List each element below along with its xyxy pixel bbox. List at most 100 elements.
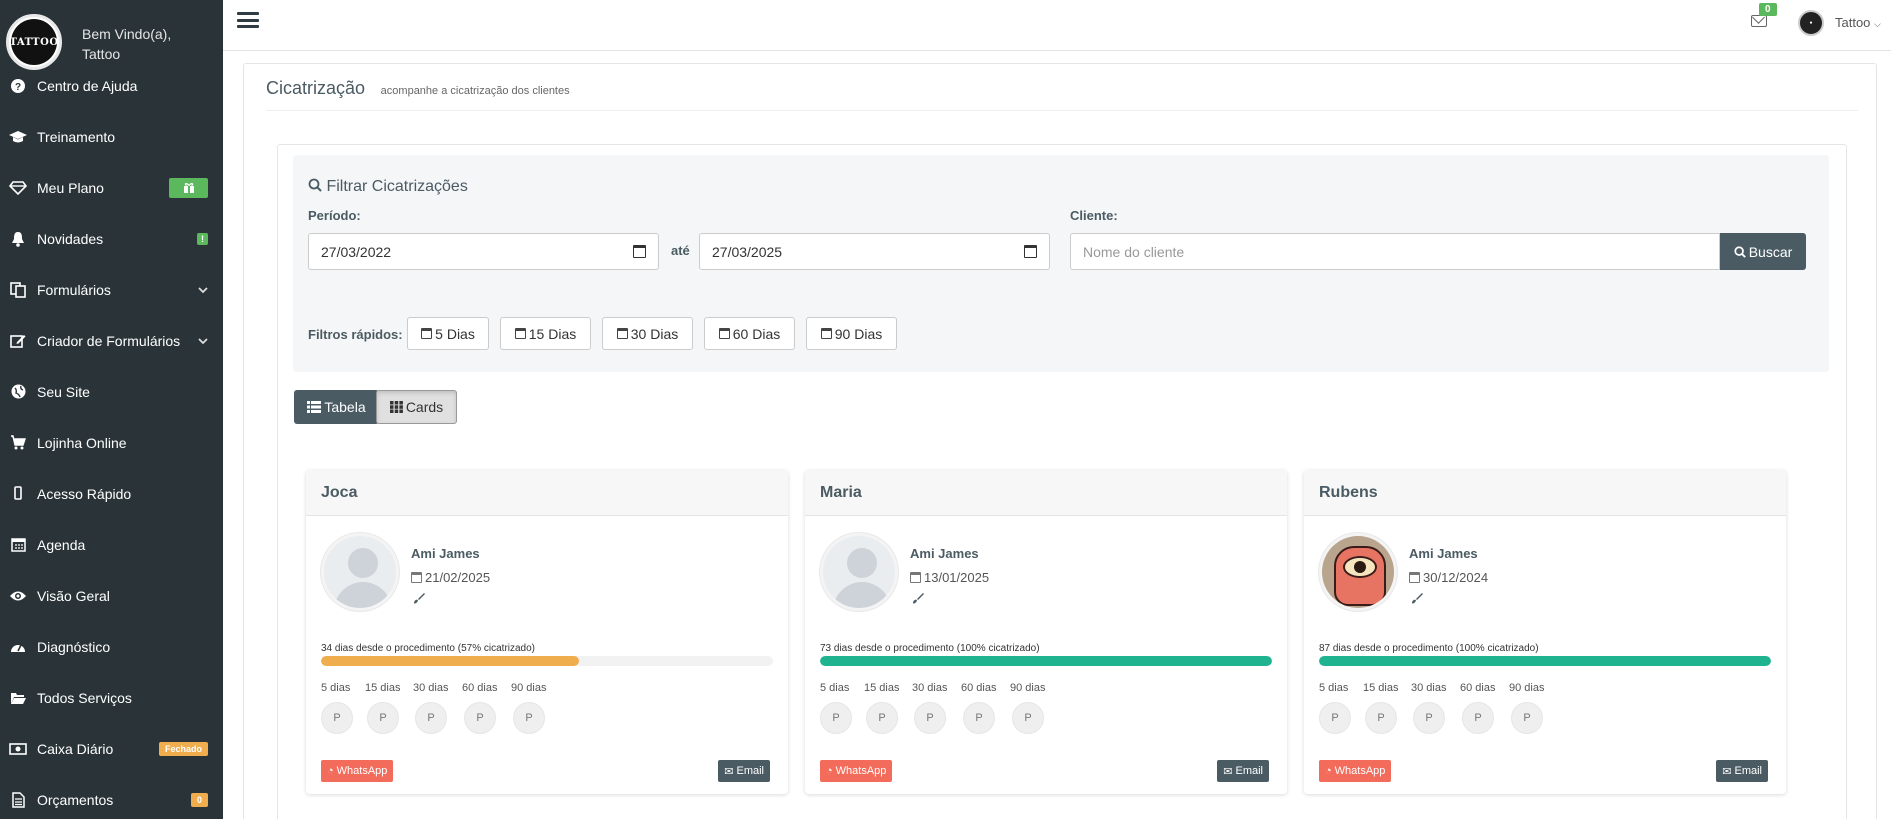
- client-search-input[interactable]: Nome do cliente: [1070, 233, 1720, 270]
- sidebar-item-visao-geral[interactable]: Visão Geral: [0, 570, 223, 621]
- procedure-date: 13/01/2025: [910, 570, 989, 585]
- healing-progress-fill: [1319, 656, 1771, 666]
- sidebar-item-treinamento[interactable]: Treinamento: [0, 111, 223, 162]
- quick-filter-60-dias[interactable]: 60 Dias: [704, 317, 795, 350]
- client-placeholder: Nome do cliente: [1083, 243, 1185, 260]
- stage-photo-placeholder[interactable]: P: [820, 702, 852, 734]
- healing-card: Maria Ami James 13/01/2025 73 dias desde…: [805, 470, 1287, 794]
- date-from-input[interactable]: 27/03/2022: [308, 233, 659, 270]
- whatsapp-button[interactable]: ◔ WhatsApp: [820, 760, 893, 782]
- email-button[interactable]: ✉ Email: [1716, 760, 1768, 782]
- whatsapp-icon: ◔: [826, 765, 833, 777]
- quick-filter-label: 90 Dias: [834, 325, 883, 342]
- stage-label: 15 dias: [365, 682, 401, 694]
- stage-photo-placeholder[interactable]: P: [464, 702, 496, 734]
- sidebar-item-label: Criador de Formulários: [37, 332, 181, 349]
- procedure-date-value: 30/12/2024: [1423, 570, 1489, 585]
- quick-filter-30-dias[interactable]: 30 Dias: [602, 317, 693, 350]
- stage-photo-placeholder[interactable]: P: [1365, 702, 1397, 734]
- artist-name: Ami James: [1409, 546, 1478, 561]
- sidebar-item-diagnostico[interactable]: Diagnóstico: [0, 621, 223, 672]
- sidebar-item-todos-servicos[interactable]: Todos Serviços: [0, 672, 223, 723]
- procedure-date: 30/12/2024: [1409, 570, 1488, 585]
- whatsapp-button[interactable]: ◔ WhatsApp: [321, 760, 394, 782]
- procedure-date: 21/02/2025: [411, 570, 490, 585]
- stage-label: 30 dias: [912, 682, 948, 694]
- sidebar-item-acesso-rapido[interactable]: Acesso Rápido: [0, 468, 223, 519]
- calendar-icon[interactable]: [1024, 245, 1037, 258]
- sidebar-item-formularios[interactable]: Formulários: [0, 264, 223, 315]
- stage-label: 30 dias: [413, 682, 449, 694]
- email-button[interactable]: ✉ Email: [1217, 760, 1269, 782]
- stage-photo-placeholder[interactable]: P: [1319, 702, 1351, 734]
- stage-photo-placeholder[interactable]: P: [866, 702, 898, 734]
- sidebar-item-label: Todos Serviços: [37, 689, 132, 706]
- card-client-name: Rubens: [1304, 470, 1786, 516]
- sidebar-item-centro-de-ajuda[interactable]: ? Centro de Ajuda: [0, 60, 223, 111]
- calendar-icon: [421, 328, 433, 339]
- stage-label: 5 dias: [321, 682, 351, 694]
- stage-photo-placeholder[interactable]: P: [321, 702, 353, 734]
- sidebar-item-lojinha-online[interactable]: Lojinha Online: [0, 417, 223, 468]
- sidebar-item-criador-de-formularios[interactable]: Criador de Formulários: [0, 315, 223, 366]
- whatsapp-icon: ◔: [327, 765, 334, 777]
- sidebar-item-meu-plano[interactable]: Meu Plano: [0, 162, 223, 213]
- artist-name: Ami James: [910, 546, 979, 561]
- sidebar-item-label: Acesso Rápido: [37, 485, 132, 502]
- procedure-date-value: 13/01/2025: [924, 570, 990, 585]
- date-from-value: 27/03/2022: [321, 243, 392, 260]
- date-to-input[interactable]: 27/03/2025: [699, 233, 1050, 270]
- page-header: Cicatrização acompanhe a cicatrização do…: [266, 78, 1858, 111]
- stage-photo-placeholder[interactable]: P: [513, 702, 545, 734]
- calendar-icon: [616, 328, 628, 339]
- edit-icon: [8, 331, 28, 351]
- sidebar-item-label: Centro de Ajuda: [37, 77, 138, 94]
- envelope-icon: ✉: [1722, 765, 1732, 778]
- stage-photo-placeholder[interactable]: P: [963, 702, 995, 734]
- folder-open-icon: [8, 688, 28, 708]
- view-table-button[interactable]: Tabela: [294, 390, 379, 424]
- envelope-icon: ✉: [1223, 765, 1233, 778]
- stage-photo-placeholder[interactable]: P: [1012, 702, 1044, 734]
- quick-filter-90-dias[interactable]: 90 Dias: [806, 317, 897, 350]
- sidebar-item-novidades[interactable]: Novidades !: [0, 213, 223, 264]
- stage-photo-placeholder[interactable]: P: [367, 702, 399, 734]
- quick-filter-15-dias[interactable]: 15 Dias: [500, 317, 591, 350]
- artist-name: Ami James: [411, 546, 480, 561]
- stage-photo-placeholder[interactable]: P: [415, 702, 447, 734]
- sidebar-item-label: Orçamentos: [37, 791, 114, 808]
- search-button[interactable]: Buscar: [1720, 233, 1806, 270]
- menu-toggle-icon[interactable]: [237, 10, 259, 30]
- sidebar-item-seu-site[interactable]: Seu Site: [0, 366, 223, 417]
- user-avatar[interactable]: ●: [1798, 10, 1824, 36]
- quick-filter-label: 15 Dias: [528, 325, 577, 342]
- mail-count-badge: 0: [1759, 3, 1777, 16]
- email-button[interactable]: ✉ Email: [718, 760, 770, 782]
- sidebar-item-caixa-diario[interactable]: Caixa Diário Fechado: [0, 723, 223, 774]
- whatsapp-button[interactable]: ◔ WhatsApp: [1319, 760, 1392, 782]
- envelope-icon: ✉: [724, 765, 734, 778]
- stage-photo-placeholder[interactable]: P: [1462, 702, 1494, 734]
- sidebar-item-label: Agenda: [37, 536, 86, 553]
- calendar-icon: [514, 328, 526, 339]
- stage-photo-placeholder[interactable]: P: [914, 702, 946, 734]
- sidebar-menu: ? Centro de Ajuda Treinamento Meu Plano …: [0, 60, 223, 819]
- stage-label: 60 dias: [1460, 682, 1496, 694]
- email-label: Email: [1235, 765, 1263, 777]
- view-cards-button[interactable]: Cards: [376, 390, 457, 424]
- calendar-icon[interactable]: [633, 245, 646, 258]
- calendar-icon: [910, 572, 921, 583]
- stage-photo-placeholder[interactable]: P: [1511, 702, 1543, 734]
- chevron-down-icon: [198, 283, 208, 297]
- user-menu[interactable]: Tattoo ⌵: [1835, 15, 1881, 30]
- stage-photo-placeholder[interactable]: P: [1413, 702, 1445, 734]
- healing-progress-fill: [321, 656, 579, 666]
- sidebar-item-label: Seu Site: [37, 383, 90, 400]
- sidebar-item-label: Formulários: [37, 281, 111, 298]
- cart-icon: [8, 433, 28, 453]
- healing-progress-bar: [321, 656, 773, 666]
- sidebar-item-orcamentos[interactable]: Orçamentos 0: [0, 774, 223, 819]
- sidebar-item-agenda[interactable]: Agenda: [0, 519, 223, 570]
- envelope-icon[interactable]: [1751, 15, 1767, 27]
- quick-filter-5-dias[interactable]: 5 Dias: [407, 317, 489, 350]
